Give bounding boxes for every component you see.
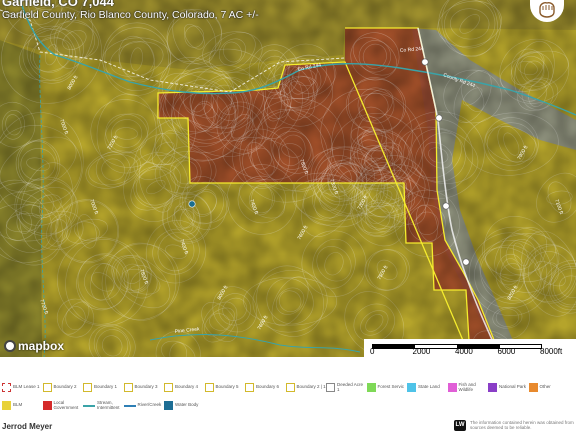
legend-label: Boundary 5 bbox=[215, 384, 239, 390]
legend-swatch bbox=[83, 383, 92, 393]
legend-item: River/Creek bbox=[123, 401, 165, 411]
disclaimer-line-2: sources deemed to be reliable. bbox=[470, 425, 532, 431]
legend-item: Local Government bbox=[42, 400, 84, 411]
legend-label: BLM bbox=[13, 402, 23, 408]
legend-item: Water Body bbox=[164, 401, 205, 411]
legend-label: BLM Lease 1 bbox=[13, 384, 40, 390]
legend-swatch bbox=[2, 383, 11, 393]
page-title: Garfield, CO 7,044 bbox=[2, 0, 114, 9]
legend-item: Stream, Intermittent bbox=[83, 400, 124, 411]
legend-item: Boundary 5 bbox=[204, 383, 246, 393]
legend-item: Other bbox=[528, 383, 570, 393]
legend-swatch bbox=[204, 383, 214, 393]
legend-item: National Park bbox=[488, 383, 529, 393]
legend-label: Boundary 1 bbox=[94, 384, 118, 390]
legend-item: Boundary 6 bbox=[245, 383, 286, 393]
legend-swatch bbox=[2, 401, 11, 411]
terrain-map[interactable]: 7000 ft7200 ft7400 ft7600 ft7800 ft8000 … bbox=[0, 0, 576, 357]
mapbox-attribution[interactable]: mapbox bbox=[4, 339, 64, 353]
legend-item: BLM bbox=[2, 401, 43, 411]
legend-swatch bbox=[285, 383, 295, 393]
legend-label: Stream, Intermittent bbox=[97, 400, 120, 410]
legend-swatch bbox=[123, 383, 133, 393]
legend-label: Boundary 3 bbox=[134, 384, 158, 390]
legend-label: Boundary 6 bbox=[256, 384, 280, 390]
legend-item: BLM Lease 1 bbox=[2, 383, 43, 393]
legend-swatch bbox=[366, 383, 376, 393]
legend-label: Deeded Acre 1 bbox=[337, 382, 364, 392]
legend-swatch bbox=[447, 383, 457, 393]
legend-item: Boundary 2 | 1 bbox=[285, 383, 327, 393]
legend-item: State Land bbox=[407, 383, 448, 393]
legend-row-2: BLM Local Government Stream, Intermittent R… bbox=[2, 400, 205, 411]
legend-item: Boundary 3 bbox=[123, 383, 165, 393]
mapbox-logo-icon bbox=[4, 340, 16, 352]
scale-label: 8000ft bbox=[540, 347, 563, 356]
map-view[interactable]: 7000 ft 7200 ft 7400 ft 7600 ft 7800 ft 8000 … bbox=[0, 0, 576, 357]
legend-swatch bbox=[407, 383, 416, 393]
page-subtitle: Garfield County, Rio Blanco County, Colo… bbox=[2, 9, 259, 21]
legend-label: Fish and Wildlife bbox=[458, 382, 476, 392]
scale-labels: 0 2000 4000 6000 8000ft bbox=[364, 347, 576, 357]
legend-item: Deeded Acre 1 bbox=[326, 382, 367, 393]
legend-item: Boundary 2 bbox=[42, 383, 84, 393]
legend-item: Fish and Wildlife bbox=[447, 382, 489, 393]
scale-label: 0 bbox=[370, 347, 375, 356]
legend-swatch bbox=[245, 383, 254, 393]
legend-swatch bbox=[123, 404, 136, 407]
legend-row-1: BLM Lease 1 Boundary 2 Boundary 1 Boundary … bbox=[2, 382, 570, 393]
legend-label: River/Creek bbox=[137, 402, 162, 408]
legend-item: Boundary 1 bbox=[83, 383, 124, 393]
legend-label: Boundary 2 | 1 bbox=[296, 384, 326, 390]
scale-label: 6000 bbox=[497, 347, 516, 356]
legend-swatch bbox=[164, 383, 173, 393]
legend-swatch bbox=[326, 383, 335, 393]
scale-label: 4000 bbox=[455, 347, 473, 356]
disclaimer: The information contained herein was obt… bbox=[470, 420, 574, 430]
legend-label: State Land bbox=[418, 384, 440, 390]
legend-swatch bbox=[488, 383, 497, 393]
lw-brand-icon: LW bbox=[454, 420, 466, 431]
legend-swatch bbox=[42, 383, 52, 393]
map-header: Garfield, CO 7,044 Garfield County, Rio … bbox=[2, 0, 259, 21]
scale-bar: 0 2000 4000 6000 8000ft bbox=[364, 339, 576, 357]
report-footer: Jerrod Meyer LW The information containe… bbox=[0, 418, 576, 432]
scale-label: 2000 bbox=[412, 347, 431, 356]
mapbox-label: mapbox bbox=[18, 339, 65, 353]
legend-label: Other bbox=[539, 384, 551, 390]
agent-name: Jerrod Meyer bbox=[2, 422, 53, 431]
terrain-texture bbox=[0, 0, 576, 357]
legend-label: Boundary 2 bbox=[53, 384, 77, 390]
legend-swatch bbox=[164, 401, 173, 411]
map-report: 7000 ft 7200 ft 7400 ft 7600 ft 7800 ft 8000 … bbox=[0, 0, 576, 432]
legend-swatch bbox=[42, 401, 52, 411]
legend-label: Forest Servic bbox=[377, 384, 405, 390]
legend-label: Local Government bbox=[53, 400, 79, 410]
legend-item: Boundary 4 bbox=[164, 383, 205, 393]
legend-label: Boundary 4 bbox=[175, 384, 199, 390]
map-legend: BLM Lease 1 Boundary 2 Boundary 1 Boundary … bbox=[0, 381, 576, 418]
legend-label: Water Body bbox=[175, 402, 199, 408]
legend-swatch bbox=[83, 404, 95, 407]
legend-item: Forest Servic bbox=[366, 383, 408, 393]
legend-label: National Park bbox=[499, 384, 527, 390]
legend-swatch bbox=[528, 383, 538, 393]
